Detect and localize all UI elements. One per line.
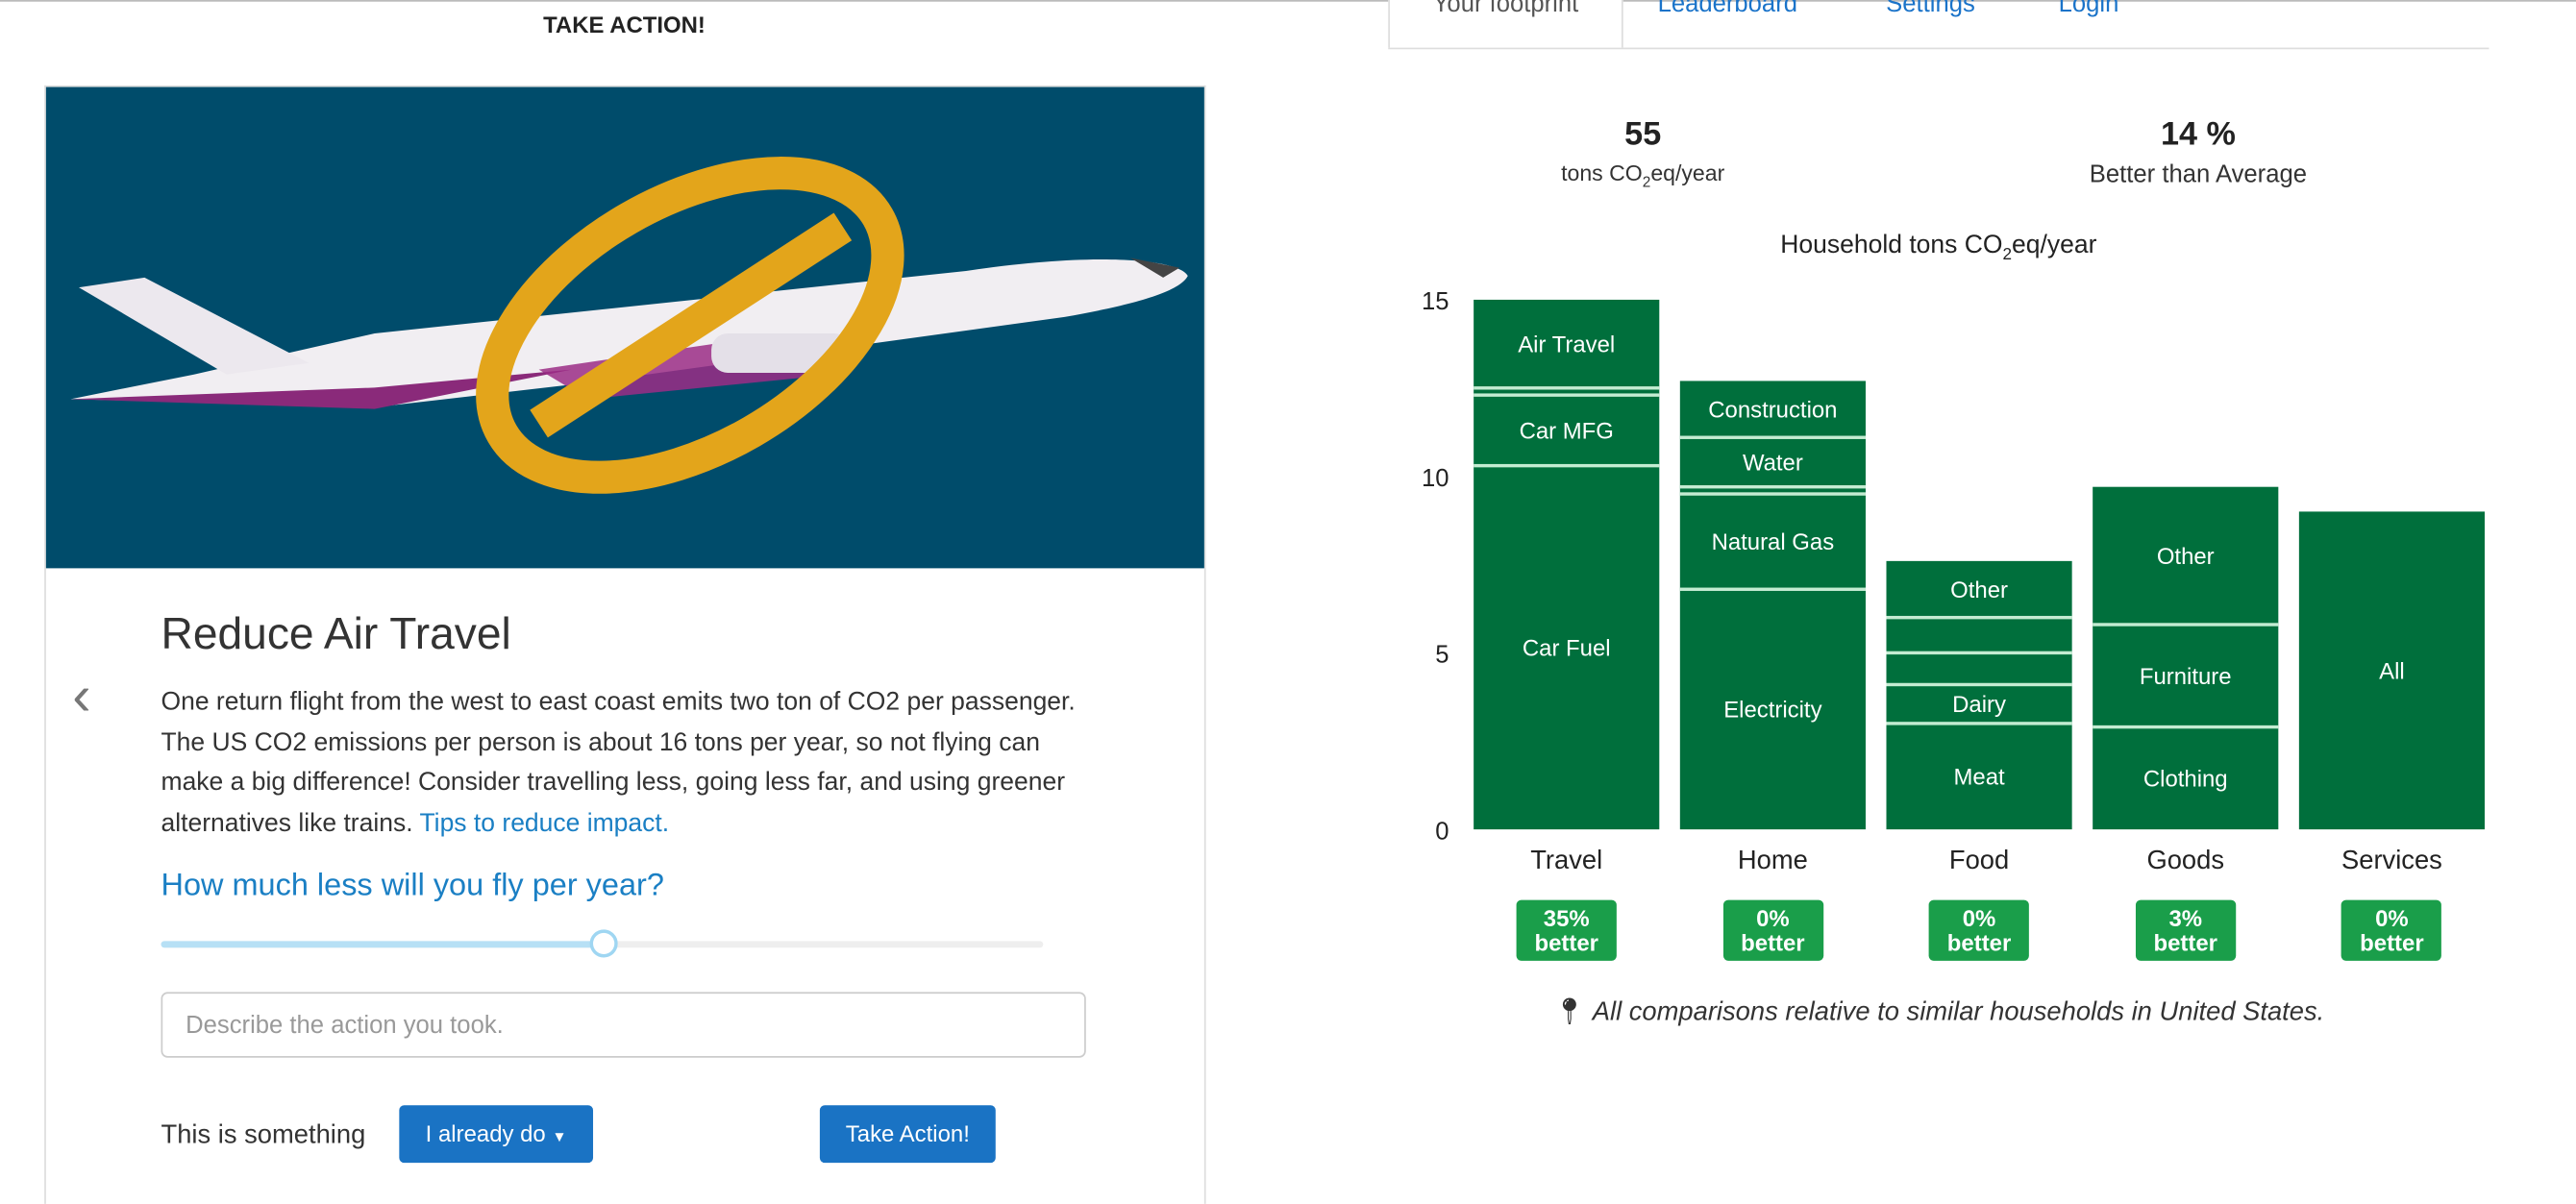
segment-divider	[2093, 725, 2279, 729]
segment-divider	[1679, 484, 1866, 489]
tab-login[interactable]: Login	[2059, 0, 2119, 18]
segment-label: Meat	[1953, 765, 2005, 791]
category-label: Travel	[1530, 845, 1602, 874]
y-tick-label: 0	[1435, 818, 1449, 845]
comparison-badge: 0% better	[1928, 899, 2030, 961]
segment-label: Construction	[1708, 397, 1837, 423]
map-marker-icon: 📍︎	[1552, 998, 1587, 1027]
total-footprint-stat: 55 tons CO2eq/year	[1561, 116, 1725, 190]
segment-label: Clothing	[2143, 766, 2228, 792]
segment-divider	[1679, 492, 1866, 496]
action-card: ‹ Reduce Air Travel One return flight fr…	[44, 85, 1206, 1204]
tab-leaderboard[interactable]: Leaderboard	[1658, 0, 1797, 18]
action-description-input[interactable]	[161, 992, 1086, 1058]
segment-label: Furniture	[2140, 664, 2232, 690]
segment-label: Dairy	[1952, 692, 2006, 718]
comparison-badge: 3% better	[2135, 899, 2236, 961]
segment-divider	[2093, 623, 2279, 627]
tab-your-footprint[interactable]: Your footprint	[1388, 0, 1623, 48]
action-title: Reduce Air Travel	[161, 609, 511, 659]
category-label: Goods	[2146, 845, 2224, 874]
category-label: Food	[1949, 845, 2009, 874]
reduction-slider[interactable]	[161, 929, 1044, 958]
section-title: TAKE ACTION!	[543, 11, 706, 38]
tips-link[interactable]: Tips to reduce impact.	[419, 809, 669, 837]
y-tick-label: 15	[1422, 288, 1449, 315]
segment-divider	[1474, 393, 1660, 397]
action-image	[45, 86, 1204, 569]
segment-label: Natural Gas	[1712, 529, 1835, 555]
something-label: This is something	[161, 1121, 366, 1150]
action-description: One return flight from the west to east …	[161, 688, 1076, 837]
segment-label: Car Fuel	[1523, 635, 1611, 661]
category-label: Services	[2341, 845, 2442, 874]
slider-fill	[161, 941, 603, 948]
status-dropdown[interactable]: I already do ▼	[399, 1105, 594, 1164]
y-tick-label: 10	[1422, 465, 1449, 492]
badge-text: better	[2360, 929, 2424, 956]
better-than-average-stat: 14 % Better than Average	[2089, 116, 2307, 189]
chevron-left-icon[interactable]: ‹	[72, 665, 90, 729]
comparison-badge: 0% better	[1722, 899, 1823, 961]
slider-question: How much less will you fly per year?	[161, 869, 664, 904]
badge-text: better	[1946, 929, 2012, 956]
segment-label: Water	[1743, 451, 1803, 477]
nav-tabs: Your footprint Leaderboard Settings Logi…	[1388, 0, 2489, 50]
segment-divider	[1886, 651, 2072, 655]
segment-label: Other	[2157, 544, 2215, 570]
segment-divider	[1886, 615, 2072, 620]
badge-percent: 0%	[1962, 904, 1996, 932]
badge-percent: 35%	[1543, 904, 1590, 932]
segment-divider	[1474, 463, 1660, 468]
badge-text: better	[2153, 929, 2217, 956]
y-tick-label: 5	[1435, 642, 1449, 669]
comparison-badge: 0% better	[2341, 899, 2442, 961]
segment-label: Other	[1950, 577, 2008, 603]
caret-down-icon: ▼	[552, 1128, 567, 1145]
slider-thumb[interactable]	[588, 929, 617, 958]
badge-percent: 0%	[2375, 904, 2409, 932]
badge-text: better	[1534, 929, 1598, 956]
chart-title: Household tons CO2eq/year	[1780, 231, 2097, 265]
tab-settings[interactable]: Settings	[1886, 0, 1975, 18]
segment-divider	[1886, 682, 2072, 687]
segment-divider	[1679, 587, 1866, 591]
take-action-button[interactable]: Take Action!	[819, 1105, 996, 1164]
badge-percent: 3%	[2168, 904, 2203, 932]
bar-segment	[1886, 652, 2072, 685]
footnote: 📍︎ All comparisons relative to similar h…	[1552, 998, 2325, 1027]
comparison-badge: 35% better	[1516, 899, 1617, 961]
segment-label: Air Travel	[1518, 332, 1615, 357]
segment-divider	[1886, 722, 2072, 725]
category-label: Home	[1738, 845, 1808, 874]
segment-divider	[1679, 435, 1866, 439]
airplane-prohibited-icon	[70, 157, 1188, 494]
badge-percent: 0%	[1756, 904, 1790, 932]
badge-text: better	[1741, 929, 1805, 956]
segment-label: Electricity	[1723, 698, 1821, 724]
segment-label: Car MFG	[1520, 418, 1614, 444]
segment-label: All	[2379, 658, 2405, 684]
footprint-chart: 0 5 10 15 Car Fuel Car MFG Air Travel Travel Ele…	[1422, 288, 2485, 874]
bar-segment	[1886, 617, 2072, 653]
segment-divider	[1474, 386, 1660, 390]
